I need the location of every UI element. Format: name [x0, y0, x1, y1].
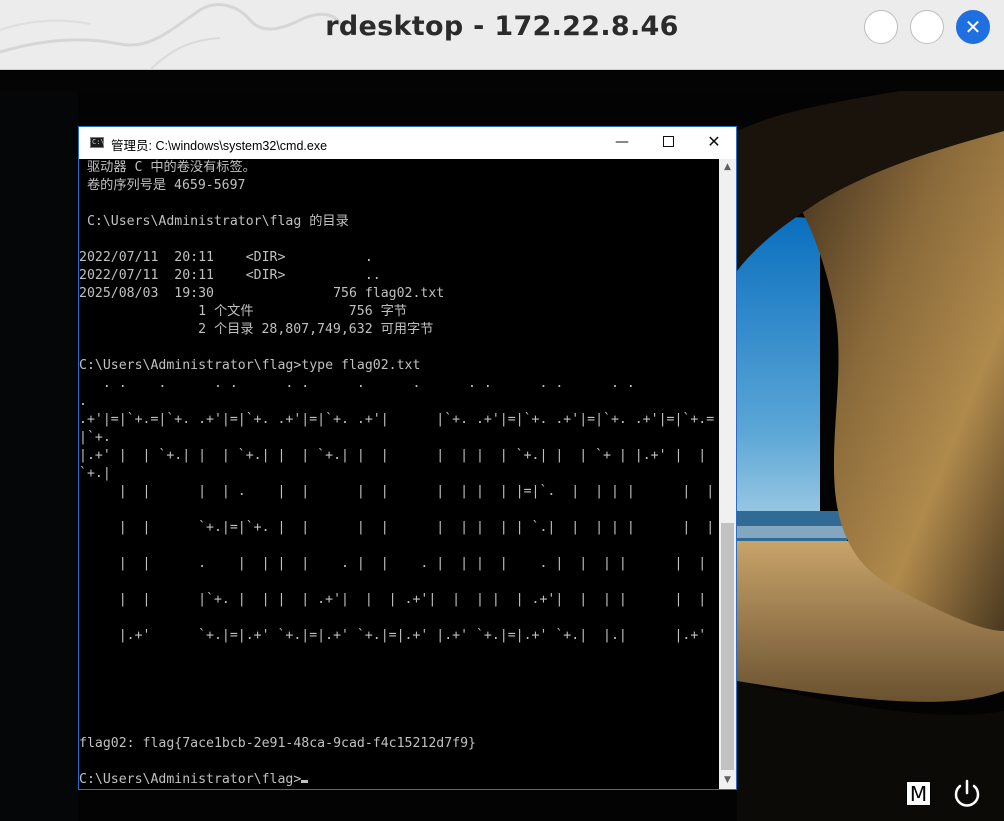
text-cursor	[301, 780, 309, 783]
scroll-thumb[interactable]	[721, 523, 734, 770]
m-icon[interactable]: M	[906, 781, 931, 806]
cmd-maximize-button[interactable]	[645, 127, 691, 157]
terminal-line: .+'|=|`+.=|`+. .+'|=|`+. .+'|=|`+. .+'| …	[79, 412, 715, 427]
cmd-titlebar[interactable]: C:\ 管理员: C:\windows\system32\cmd.exe — ✕	[79, 127, 736, 159]
cmd-close-button[interactable]: ✕	[691, 127, 737, 157]
terminal-line: | | . | | | | . | | . | | | | . | | | | …	[79, 556, 707, 571]
maximize-icon	[662, 135, 674, 147]
terminal-line: C:\Users\Administrator\flag 的目录	[79, 214, 349, 229]
terminal-output[interactable]: 驱动器 C 中的卷没有标签。 卷的序列号是 4659-5697 C:\Users…	[79, 159, 719, 789]
command-prompt[interactable]: C:\Users\Administrator\flag>	[79, 772, 301, 787]
minimize-icon: —	[615, 134, 629, 150]
terminal-text: 驱动器 C 中的卷没有标签。 卷的序列号是 4659-5697 C:\Users…	[79, 159, 719, 789]
terminal-line: `+.|	[79, 466, 111, 481]
terminal-line: | | `+.|=|`+. | | | | | | | | | `.| | | …	[79, 520, 715, 535]
terminal-line: 2022/07/11 20:11 <DIR> ..	[79, 268, 381, 283]
terminal-line: C:\Users\Administrator\flag>type flag02.…	[79, 358, 421, 373]
terminal-line: |.+' `+.|=|.+' `+.|=|.+' `+.|=|.+' |.+' …	[79, 628, 707, 643]
cmd-window-title: 管理员: C:\windows\system32\cmd.exe	[111, 139, 328, 153]
power-icon[interactable]	[950, 777, 984, 811]
close-button[interactable]: ✕	[956, 10, 990, 44]
minimize-button[interactable]	[864, 10, 898, 44]
terminal-line: 2022/07/11 20:11 <DIR> .	[79, 250, 373, 265]
terminal-line: . . . . . . . . . . . . . . .	[79, 376, 635, 391]
close-icon: ✕	[707, 132, 721, 151]
window-title: rdesktop - 172.22.8.46	[325, 11, 679, 42]
scroll-down-icon[interactable]: ▼	[719, 772, 736, 789]
terminal-line: |.+' | | `+.| | | `+.| | | `+.| | | | | …	[79, 448, 707, 463]
maximize-button[interactable]	[910, 10, 944, 44]
cmd-minimize-button[interactable]: —	[599, 127, 645, 157]
terminal-line: 2 个目录 28,807,749,632 可用字节	[79, 322, 434, 337]
terminal-line: 卷的序列号是 4659-5697	[79, 178, 246, 193]
terminal-line: 2025/08/03 19:30 756 flag02.txt	[79, 286, 445, 301]
terminal-line: 1 个文件 756 字节	[79, 304, 407, 319]
cmd-window[interactable]: C:\ 管理员: C:\windows\system32\cmd.exe — ✕…	[78, 126, 737, 790]
remote-desktop[interactable]: C:\ 管理员: C:\windows\system32\cmd.exe — ✕…	[0, 71, 1004, 821]
terminal-line: | | |`+. | | | | .+'| | | .+'| | | | | .…	[79, 592, 707, 607]
close-icon: ✕	[964, 15, 982, 39]
terminal-line: 驱动器 C 中的卷没有标签。	[79, 160, 256, 175]
terminal-line: | | | | . | | | | | | | | |=|`. | | | | …	[79, 484, 715, 499]
vertical-scrollbar[interactable]: ▲ ▼	[719, 159, 736, 789]
scroll-up-icon[interactable]: ▲	[719, 159, 736, 176]
terminal-line: .	[79, 394, 87, 409]
terminal-icon: C:\	[90, 137, 105, 148]
terminal-line: flag02: flag{7ace1bcb-2e91-48ca-9cad-f4c…	[79, 736, 476, 751]
rdesktop-titlebar: rdesktop - 172.22.8.46 ✕	[0, 0, 1004, 70]
terminal-line: |`+.	[79, 430, 111, 445]
